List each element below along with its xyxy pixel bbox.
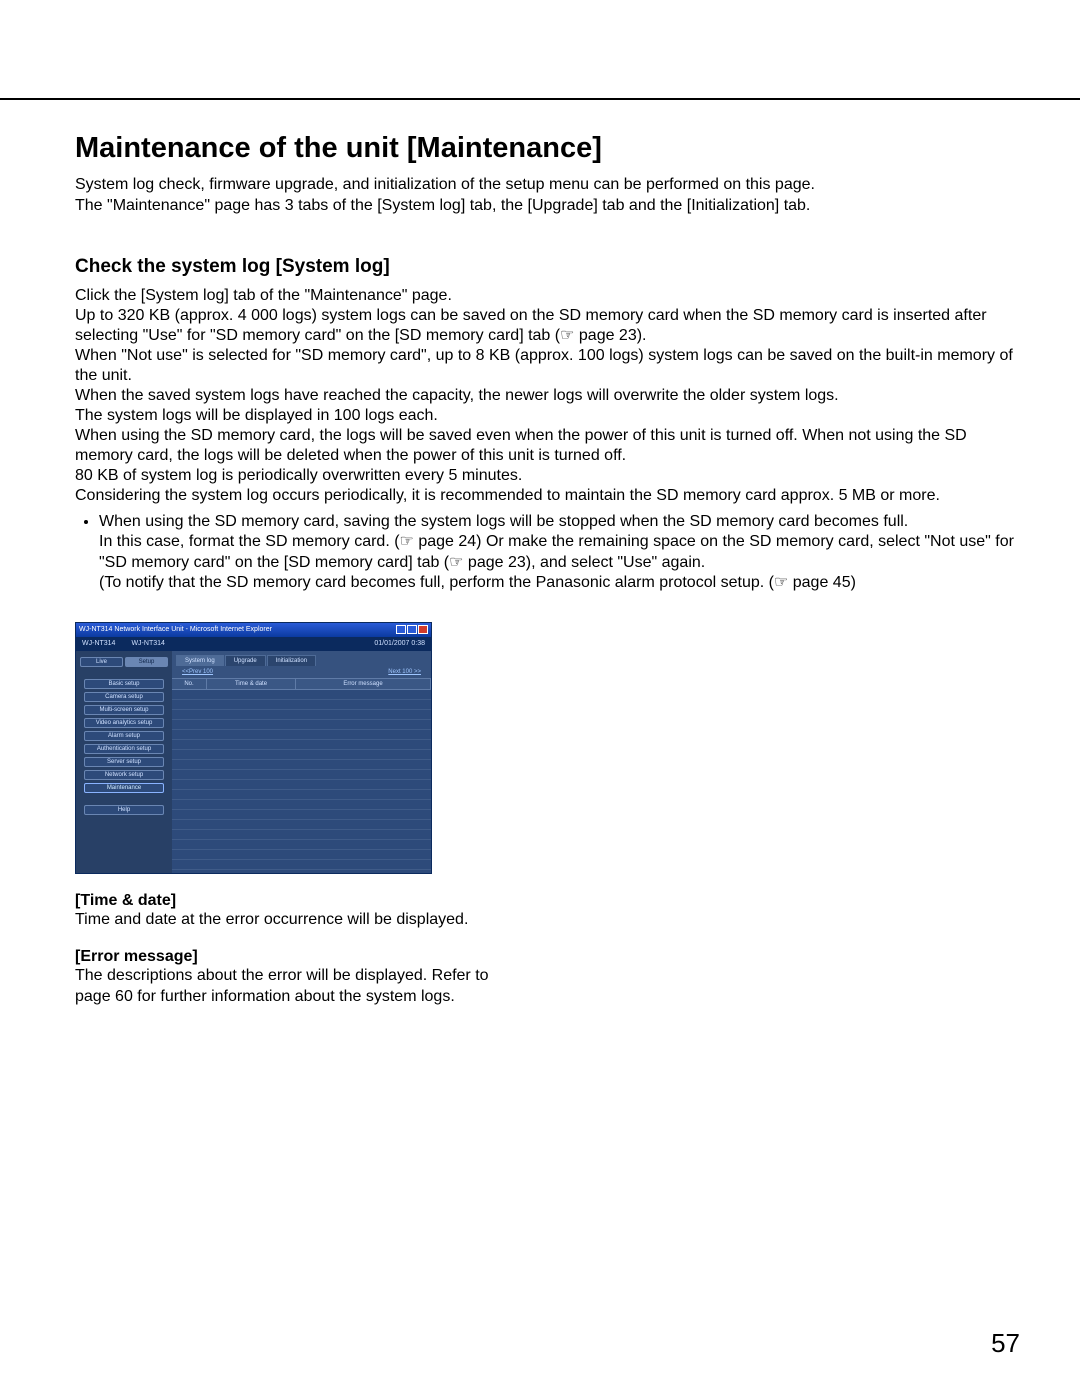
- page-title: Maintenance of the unit [Maintenance]: [75, 132, 1020, 165]
- field-desc-error: The descriptions about the error will be…: [75, 966, 495, 1007]
- table-row: [172, 740, 431, 750]
- sidebar-item-auth[interactable]: Authentication setup: [84, 744, 164, 754]
- sidebar-item-help[interactable]: Help: [84, 805, 164, 815]
- brand-model: WJ-NT314: [131, 640, 164, 647]
- window-title: WJ-NT314 Network Interface Unit - Micros…: [79, 626, 272, 633]
- body-p5: The system logs will be displayed in 100…: [75, 406, 1020, 426]
- pager-next-link[interactable]: Next 100 >>: [388, 669, 421, 675]
- tab-live[interactable]: Live: [80, 657, 123, 667]
- col-time: Time & date: [207, 679, 296, 689]
- top-tab-group: Live Setup: [80, 657, 168, 667]
- sidebar: Live Setup Basic setup Camera setup Mult…: [76, 651, 172, 873]
- horizontal-rule: [0, 98, 1080, 100]
- table-row: [172, 700, 431, 710]
- pager-prev-link[interactable]: <<Prev 100: [182, 669, 213, 675]
- page-number: 57: [991, 1328, 1020, 1359]
- body-p1: Click the [System log] tab of the "Maint…: [75, 286, 1020, 306]
- table-row: [172, 840, 431, 850]
- table-row: [172, 760, 431, 770]
- tab-initialization[interactable]: Initialization: [267, 655, 316, 666]
- brand-small: WJ-NT314: [82, 640, 115, 647]
- body-text: Click the [System log] tab of the "Maint…: [75, 286, 1020, 506]
- tab-system-log[interactable]: System log: [176, 655, 224, 666]
- brand-bar: WJ-NT314 WJ-NT314 01/01/2007 0:38: [76, 637, 431, 651]
- bullet-1: When using the SD memory card, saving th…: [99, 512, 1020, 532]
- field-desc-time: Time and date at the error occurrence wi…: [75, 910, 495, 930]
- table-row: [172, 810, 431, 820]
- brand-left: WJ-NT314 WJ-NT314: [82, 640, 165, 647]
- manual-page: Maintenance of the unit [Maintenance] Sy…: [0, 0, 1080, 1399]
- section-title-system-log: Check the system log [System log]: [75, 256, 1020, 278]
- sidebar-item-network[interactable]: Network setup: [84, 770, 164, 780]
- tab-upgrade[interactable]: Upgrade: [225, 655, 266, 666]
- pager: <<Prev 100 Next 100 >>: [172, 666, 431, 678]
- bullet-1-extra-b: (To notify that the SD memory card becom…: [99, 573, 1020, 593]
- table-row: [172, 800, 431, 810]
- content-tabs: System log Upgrade Initialization: [172, 651, 431, 666]
- table-row: [172, 710, 431, 720]
- col-err: Error message: [296, 679, 431, 689]
- table-row: [172, 790, 431, 800]
- table-row: [172, 690, 431, 700]
- body-p8: Considering the system log occurs period…: [75, 486, 1020, 506]
- minimize-icon[interactable]: [396, 625, 406, 634]
- body-p3: When "Not use" is selected for "SD memor…: [75, 346, 1020, 386]
- maximize-icon[interactable]: [407, 625, 417, 634]
- sidebar-item-multiscreen[interactable]: Multi-screen setup: [84, 705, 164, 715]
- body-p6: When using the SD memory card, the logs …: [75, 426, 1020, 466]
- shot-body: Live Setup Basic setup Camera setup Mult…: [76, 651, 431, 873]
- sidebar-item-video[interactable]: Video analytics setup: [84, 718, 164, 728]
- table-row: [172, 720, 431, 730]
- close-icon[interactable]: [418, 625, 428, 634]
- table-rows: [172, 690, 431, 873]
- field-label-time: [Time & date]: [75, 892, 1020, 910]
- body-p2: Up to 320 KB (approx. 4 000 logs) system…: [75, 306, 1020, 346]
- field-label-error: [Error message]: [75, 948, 1020, 966]
- table-row: [172, 860, 431, 870]
- sidebar-item-server[interactable]: Server setup: [84, 757, 164, 767]
- table-row: [172, 750, 431, 760]
- bullet-list: When using the SD memory card, saving th…: [75, 512, 1020, 532]
- tab-setup[interactable]: Setup: [125, 657, 168, 667]
- sidebar-item-basic[interactable]: Basic setup: [84, 679, 164, 689]
- table-row: [172, 830, 431, 840]
- bullet-1-extra-a: In this case, format the SD memory card.…: [99, 532, 1020, 573]
- embedded-screenshot: WJ-NT314 Network Interface Unit - Micros…: [75, 622, 432, 874]
- table-header: No. Time & date Error message: [172, 678, 431, 690]
- table-row: [172, 850, 431, 860]
- main-pane: System log Upgrade Initialization <<Prev…: [172, 651, 431, 873]
- sidebar-item-camera[interactable]: Camera setup: [84, 692, 164, 702]
- window-buttons: [396, 625, 428, 634]
- body-p4: When the saved system logs have reached …: [75, 386, 1020, 406]
- table-row: [172, 730, 431, 740]
- window-titlebar: WJ-NT314 Network Interface Unit - Micros…: [76, 623, 431, 637]
- table-row: [172, 770, 431, 780]
- intro-line-2: The "Maintenance" page has 3 tabs of the…: [75, 196, 1020, 216]
- intro-line-1: System log check, firmware upgrade, and …: [75, 175, 1020, 195]
- col-no: No.: [172, 679, 207, 689]
- body-p7: 80 KB of system log is periodically over…: [75, 466, 1020, 486]
- brand-datetime: 01/01/2007 0:38: [374, 640, 425, 647]
- table-row: [172, 780, 431, 790]
- sidebar-item-alarm[interactable]: Alarm setup: [84, 731, 164, 741]
- sidebar-item-maintenance[interactable]: Maintenance: [84, 783, 164, 793]
- table-row: [172, 820, 431, 830]
